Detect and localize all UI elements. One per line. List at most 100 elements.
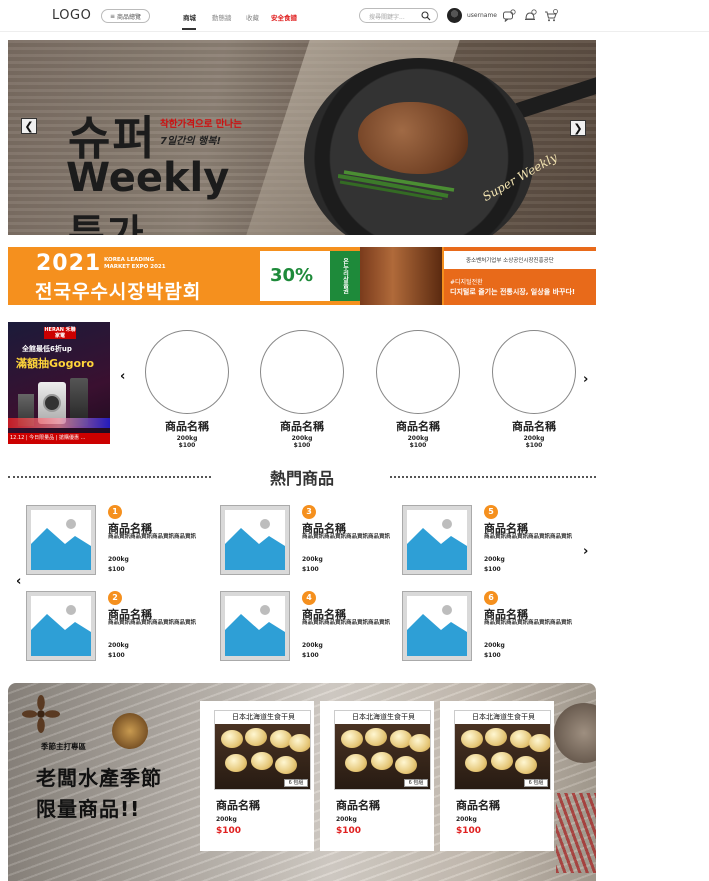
image-placeholder-icon [225,519,285,570]
side-ad-banner[interactable]: HERAN 禾聯家電 全館最低6折up 滿額抽Gogoro 12.12 | 今日… [8,322,110,444]
product-price: $100 [456,826,482,836]
product-image-label: 日本北海道生食干貝 [232,713,295,721]
nav-mall[interactable]: 商城 [183,12,196,22]
product-thumbnail[interactable] [26,505,96,575]
image-placeholder-icon [31,519,91,570]
product-image[interactable]: 日本北海道生食干貝 6 包組 [214,710,311,790]
product-price: $100 [484,652,501,659]
expo-year: 2021 [36,251,102,276]
product-name[interactable]: 商品名稱 [456,797,500,813]
product-price: $100 [302,566,319,573]
avatar[interactable] [447,8,462,23]
category-menu-button[interactable]: ≡ 商品總覽 [101,9,150,23]
product-thumbnail[interactable] [26,591,96,661]
hero-prev-button[interactable]: ❮ [21,118,37,134]
carousel-item[interactable]: 商品名稱 200kg $100 [142,330,232,449]
hero-next-button[interactable]: ❯ [570,120,586,136]
product-weight: 200kg [484,642,505,649]
image-placeholder-icon [225,605,285,656]
hot-product-card[interactable]: 2 商品名稱 商品資訊商品資訊商品資訊商品資訊 200kg $100 [26,591,216,665]
season-headline-line2: 限量商品!! [36,797,141,821]
product-name[interactable]: 商品名稱 [373,418,463,434]
ad-line2: 滿額抽Gogoro [16,357,94,370]
carousel-prev-button[interactable]: ‹ [120,369,125,384]
product-price: $100 [216,826,242,836]
product-image[interactable]: 日本北海道生食干貝 6 包組 [454,710,551,790]
bell-icon[interactable] [523,9,537,23]
logo[interactable]: LOGO [52,8,91,23]
product-thumbnail[interactable] [402,591,472,661]
rank-badge: 5 [484,505,498,519]
carousel-item[interactable]: 商品名稱 200kg $100 [257,330,347,449]
season-feature-section: 季節主打專區 老闆水產季節 限量商品!! 日本北海道生食干貝 6 包組 商品名稱… [8,683,596,881]
nav-favorites[interactable]: 收藏 [246,12,259,22]
product-image-placeholder[interactable] [145,330,229,414]
ad-brand-logo: HERAN 禾聯家電 [44,327,76,339]
hot-product-card[interactable]: 3 商品名稱 商品資訊商品資訊商品資訊商品資訊 200kg $100 [220,505,410,579]
product-price: $100 [525,442,543,449]
chevron-left-icon: ❮ [24,119,34,133]
image-placeholder-icon [407,519,467,570]
menu-icon: ≡ [109,12,115,20]
nav-safe-recipes[interactable]: 安全食譜 [271,12,297,22]
category-menu-label: 商品總覽 [117,13,142,21]
hot-prev-button[interactable]: ‹ [16,574,21,589]
rank-badge: 3 [302,505,316,519]
nav-feed[interactable]: 動態牆 [212,12,232,22]
product-name[interactable]: 商品名稱 [257,418,347,434]
product-weight: 200kg [302,556,323,563]
product-name[interactable]: 商品名稱 [142,418,232,434]
rank-badge: 4 [302,591,316,605]
season-product-card[interactable]: 日本北海道生食干貝 6 包組 商品名稱 200kg $100 [200,701,314,851]
carousel-next-button[interactable]: › [583,372,588,387]
search-box[interactable]: 搜尋關鍵字... [359,8,438,23]
product-thumbnail[interactable] [220,505,290,575]
product-description: 商品資訊商品資訊商品資訊商品資訊 [108,534,197,540]
hot-product-card[interactable]: 1 商品名稱 商品資訊商品資訊商品資訊商品資訊 200kg $100 [26,505,216,579]
expo-sponsor-logos: 중소벤처기업부 소상공인시장진흥공단 [444,251,596,269]
chat-icon[interactable] [502,9,516,23]
username[interactable]: username [467,12,497,19]
product-name[interactable]: 商品名稱 [336,797,380,813]
rank-badge: 6 [484,591,498,605]
product-thumbnail[interactable] [402,505,472,575]
hero-title-line3: 특가 [68,212,146,235]
expo-right-line1: #디지털전환 [450,279,483,286]
top-header: LOGO ≡ 商品總覽 商城 動態牆 收藏 安全食譜 搜尋關鍵字... user… [0,0,709,32]
season-product-card[interactable]: 日本北海道生食干貝 6 包組 商品名稱 200kg $100 [320,701,434,851]
product-name[interactable]: 商品名稱 [216,797,260,813]
product-weight: 200kg [176,435,198,442]
expo-headline: 전국우수시장박람회 [35,281,202,303]
product-image-placeholder[interactable] [492,330,576,414]
product-image-label: 日本北海道生食干貝 [472,713,535,721]
product-weight: 200kg [456,816,477,823]
hero-title-line2: Weekly [66,155,230,201]
product-description: 商品資訊商品資訊商品資訊商品資訊 [302,534,391,540]
hot-product-card[interactable]: 6 商品名稱 商品資訊商品資訊商品資訊商品資訊 200kg $100 [402,591,592,665]
expo-small-line2: MARKET EXPO 2021 [104,264,166,270]
product-weight: 200kg [108,642,129,649]
carousel-item[interactable]: 商品名稱 200kg $100 [373,330,463,449]
search-icon[interactable] [421,11,431,21]
search-input[interactable]: 搜尋關鍵字... [369,12,405,21]
product-image-placeholder[interactable] [260,330,344,414]
cart-icon[interactable] [544,9,558,23]
expo-small-line1: KOREA LEADING [104,257,155,263]
product-description: 商品資訊商品資訊商品資訊商品資訊 [484,620,573,626]
product-description: 商品資訊商品資訊商品資訊商品資訊 [302,620,391,626]
expo-banner[interactable]: 2021 KOREA LEADING MARKET EXPO 2021 전국우수… [8,247,596,305]
hot-section-title: 熱門商品 [269,469,334,488]
product-image-placeholder[interactable] [376,330,460,414]
product-thumbnail[interactable] [220,591,290,661]
product-weight: 200kg [407,435,429,442]
product-weight: 200kg [108,556,129,563]
hero-banner[interactable]: 슈퍼 착한가격으로 만나는 7일간의 행복! Weekly 특가 Super W… [8,40,596,235]
hero-subtitle-line1: 착한가격으로 만나는 [160,119,242,130]
hot-product-card[interactable]: 4 商品名稱 商品資訊商品資訊商品資訊商品資訊 200kg $100 [220,591,410,665]
green-beans-image [338,170,455,200]
product-name[interactable]: 商品名稱 [489,418,579,434]
product-image[interactable]: 日本北海道生食干貝 6 包組 [334,710,431,790]
season-product-card[interactable]: 日本北海道生食干貝 6 包組 商品名稱 200kg $100 [440,701,554,851]
carousel-item[interactable]: 商品名稱 200kg $100 [489,330,579,449]
hot-product-card[interactable]: 5 商品名稱 商品資訊商品資訊商品資訊商品資訊 200kg $100 [402,505,592,579]
